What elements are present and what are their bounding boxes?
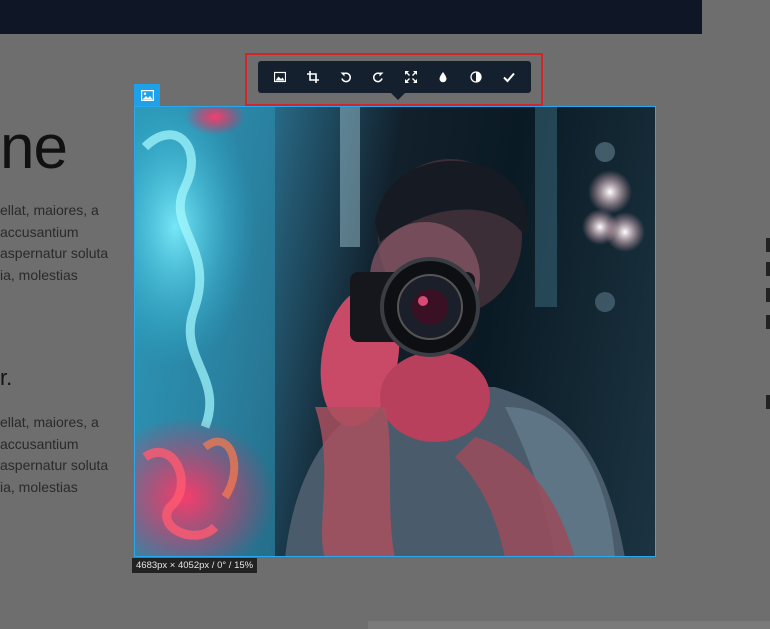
fullscreen-icon <box>404 71 417 83</box>
rotate-right-icon <box>373 72 384 83</box>
bottom-section-edge <box>368 621 770 629</box>
paragraph-line: accusantium <box>0 224 79 240</box>
fullscreen-button[interactable] <box>400 66 422 88</box>
contrast-button[interactable] <box>465 66 487 88</box>
right-edge-text <box>766 395 770 409</box>
right-edge-text <box>766 315 770 329</box>
rotate-right-button[interactable] <box>367 66 389 88</box>
blur-button[interactable] <box>432 66 454 88</box>
blur-drop-icon <box>439 72 447 83</box>
paragraph-line: aspernatur soluta <box>0 245 109 261</box>
paragraph-line: accusantium <box>0 436 79 452</box>
image-edit-toolbar <box>258 61 531 100</box>
crop-icon <box>306 71 319 83</box>
contrast-icon <box>470 71 482 83</box>
paragraph-line: ellat, maiores, a <box>0 414 99 430</box>
image-info-label: 4683px × 4052px / 0° / 15% <box>132 558 258 573</box>
replace-image-button[interactable] <box>269 66 291 88</box>
selected-image[interactable] <box>134 106 656 557</box>
top-header-bar <box>0 0 702 34</box>
right-edge-text <box>766 288 770 302</box>
paragraph-line: ia, molestias <box>0 267 78 283</box>
rotate-left-button[interactable] <box>335 66 357 88</box>
crop-button[interactable] <box>302 66 324 88</box>
photographer-photo <box>135 107 645 556</box>
apply-button[interactable] <box>498 66 520 88</box>
image-badge[interactable] <box>134 84 160 106</box>
rotate-left-icon <box>340 72 351 83</box>
page-heading: ne <box>0 113 68 182</box>
paragraph-line: aspernatur soluta <box>0 457 109 473</box>
checkmark-icon <box>502 72 515 83</box>
image-icon <box>140 89 154 101</box>
right-edge-text <box>766 262 770 276</box>
section-heading: r. <box>0 365 13 390</box>
paragraph-line: ellat, maiores, a <box>0 202 99 218</box>
paragraph-line: ia, molestias <box>0 479 78 495</box>
right-edge-text <box>766 238 770 252</box>
replace-image-icon <box>274 71 287 83</box>
